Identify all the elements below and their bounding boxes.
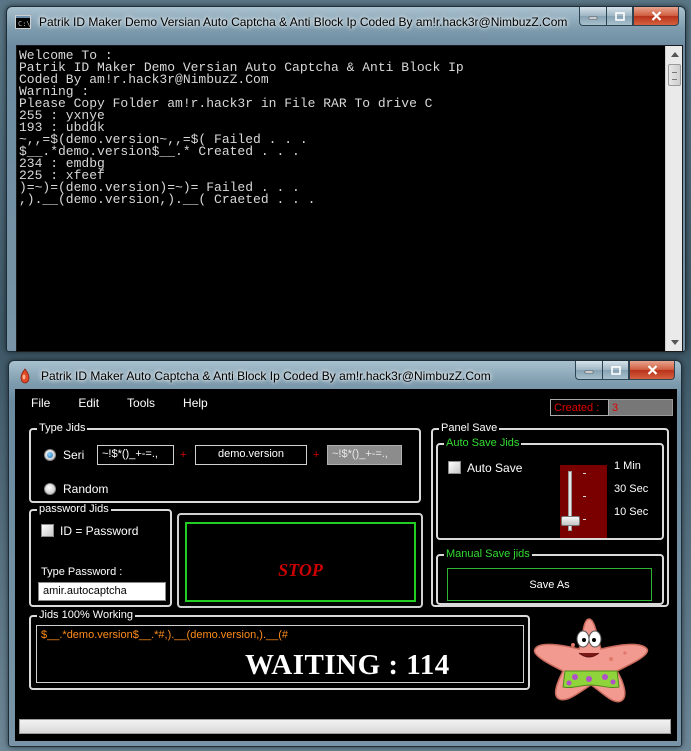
password-jids-group: password Jids ID = Password Type Passwor… — [29, 503, 172, 607]
console-output: Welcome To : Patrik ID Maker Demo Versian… — [16, 45, 683, 352]
app-titlebar[interactable]: Patrik ID Maker Auto Captcha & Anti Bloc… — [9, 361, 681, 391]
maximize-icon — [614, 11, 625, 21]
menu-edit[interactable]: Edit — [72, 395, 102, 411]
base-name-input[interactable]: demo.version — [195, 445, 307, 465]
interval-1-min: 1 Min — [614, 460, 641, 472]
auto-save-checkbox[interactable] — [448, 461, 461, 474]
app-icon — [17, 368, 33, 384]
console-scrollbar[interactable] — [665, 46, 682, 351]
plus-sign-1: + — [180, 449, 187, 461]
console-text: Welcome To : Patrik ID Maker Demo Versian… — [19, 49, 659, 207]
scroll-up-button[interactable] — [666, 46, 683, 63]
console-line: Please Copy Folder am!r.hack3r in File R… — [19, 96, 433, 111]
waiting-status: WAITING : 114 — [245, 649, 450, 681]
app-close-button[interactable] — [629, 361, 675, 380]
scroll-thumb[interactable] — [668, 64, 681, 86]
panel-save-group: Panel Save Auto Save Jids Auto Save 1 Mi… — [431, 422, 669, 607]
svg-text:C:\: C:\ — [18, 20, 31, 28]
jids-output-text: $__.*demo.version$__.*#,).__(demo.versio… — [41, 629, 289, 641]
minimize-icon — [584, 370, 594, 374]
stop-label: STOP — [278, 560, 323, 580]
console-window: C:\ Patrik ID Maker Demo Versian Auto Ca… — [6, 6, 686, 352]
auto-save-jids-label: Auto Save Jids — [444, 437, 522, 449]
prefix-input[interactable]: ~!$*()_+-=., — [97, 445, 174, 465]
slider-tick — [583, 496, 586, 497]
close-icon — [651, 11, 661, 21]
jids-output[interactable]: $__.*demo.version$__.*#,).__(demo.versio… — [36, 625, 524, 683]
jids-working-label: Jids 100% Working — [37, 609, 135, 621]
interval-30-sec: 30 Sec — [614, 483, 649, 495]
auto-save-label: Auto Save — [467, 461, 523, 475]
save-as-button[interactable]: Save As — [447, 568, 652, 601]
random-label: Random — [63, 482, 109, 496]
jids-working-group: Jids 100% Working $__.*demo.version$__.*… — [29, 609, 530, 690]
close-icon — [647, 365, 657, 375]
type-jids-label: Type Jids — [37, 422, 88, 434]
manual-save-jids-label: Manual Save jids — [444, 548, 532, 560]
app-client-area: File Edit Tools Help Created : 3 Type Ji… — [15, 389, 677, 741]
manual-save-group: Manual Save jids Save As — [436, 548, 664, 605]
stop-button[interactable]: STOP — [185, 522, 416, 602]
console-window-controls — [579, 7, 679, 26]
console-line: ,).__(demo.version,).__( Craeted . . . — [19, 192, 316, 207]
console-minimize-button[interactable] — [579, 7, 606, 26]
app-maximize-button[interactable] — [602, 361, 629, 380]
console-line: 255 : yxnye — [19, 108, 105, 123]
suffix-input[interactable]: ~!$*()_+-=., — [327, 445, 402, 465]
horizontal-scrollbar[interactable] — [19, 719, 671, 734]
console-app-icon: C:\ — [15, 14, 31, 30]
seri-radio[interactable] — [44, 449, 56, 461]
console-line: $__.*demo.version$__.* Created . . . — [19, 144, 300, 159]
console-close-button[interactable] — [633, 7, 679, 26]
maximize-icon — [610, 365, 621, 375]
id-equals-password-checkbox[interactable] — [41, 524, 54, 537]
slider-tick — [583, 519, 586, 520]
interval-10-sec: 10 Sec — [614, 506, 649, 518]
menu-help[interactable]: Help — [177, 395, 211, 411]
scroll-down-button[interactable] — [666, 334, 683, 351]
console-titlebar[interactable]: C:\ Patrik ID Maker Demo Versian Auto Ca… — [7, 7, 685, 37]
chevron-down-icon — [670, 340, 679, 345]
slider-tick — [583, 473, 586, 474]
created-value: 3 — [609, 399, 673, 416]
type-jids-group: Type Jids Seri Random ~!$*()_+-=., + dem… — [29, 422, 421, 503]
type-password-label: Type Password : — [41, 566, 123, 578]
stop-container: STOP — [177, 513, 423, 608]
minimize-icon — [588, 16, 598, 20]
seri-label: Seri — [63, 448, 85, 462]
created-label: Created : — [550, 399, 609, 416]
random-radio[interactable] — [44, 483, 56, 495]
app-window-controls — [575, 361, 675, 380]
slider-thumb[interactable] — [561, 516, 580, 526]
app-title: Patrik ID Maker Auto Captcha & Anti Bloc… — [41, 369, 491, 383]
panel-save-label: Panel Save — [439, 422, 500, 434]
menu-tools[interactable]: Tools — [121, 395, 158, 411]
auto-save-group: Auto Save Jids Auto Save 1 Min 30 Sec 10… — [436, 437, 664, 540]
console-line: Coded By am!r.hack3r@NimbuzZ.Com — [19, 72, 269, 87]
plus-sign-2: + — [313, 449, 320, 461]
console-maximize-button[interactable] — [606, 7, 633, 26]
password-jids-label: password Jids — [37, 503, 111, 515]
menu-bar: File Edit Tools Help — [25, 395, 230, 411]
app-window: Patrik ID Maker Auto Captcha & Anti Bloc… — [8, 360, 682, 747]
created-counter: Created : 3 — [550, 399, 673, 416]
starfish-mascot-image — [533, 618, 649, 703]
app-minimize-button[interactable] — [575, 361, 602, 380]
console-line: 234 : emdbg — [19, 156, 105, 171]
password-input[interactable]: amir.autocaptcha — [38, 582, 166, 601]
chevron-up-icon — [670, 52, 679, 57]
console-title: Patrik ID Maker Demo Versian Auto Captch… — [39, 15, 568, 29]
menu-file[interactable]: File — [25, 395, 53, 411]
interval-slider[interactable] — [560, 465, 607, 538]
id-equals-password-label: ID = Password — [60, 524, 139, 538]
